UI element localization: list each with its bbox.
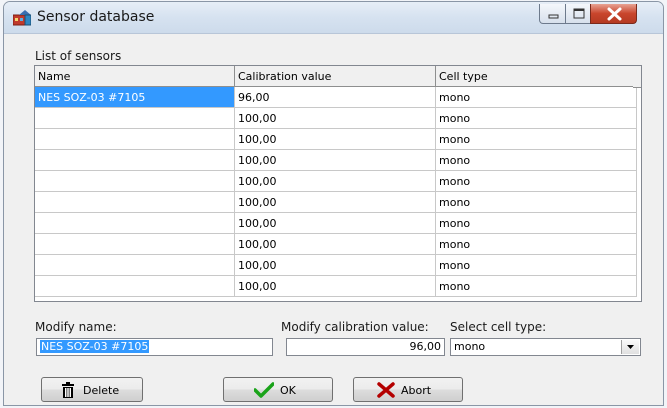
close-icon <box>607 7 622 21</box>
abort-button[interactable]: Abort <box>353 377 463 402</box>
cell-type-value: mono <box>454 340 486 353</box>
column-header-cell-type[interactable]: Cell type <box>435 66 637 87</box>
cell-calibration[interactable]: 100,00 <box>234 128 436 150</box>
title-bar[interactable]: Sensor database <box>4 2 663 34</box>
modify-calibration-value: 96,00 <box>409 340 442 353</box>
table-row[interactable]: 100,00 mono <box>35 170 637 192</box>
column-header-name[interactable]: Name <box>35 66 235 87</box>
maximize-button[interactable] <box>565 4 591 24</box>
cell-calibration[interactable]: 100,00 <box>234 107 436 129</box>
column-header-calibration[interactable]: Calibration value <box>234 66 436 87</box>
cell-type[interactable]: mono <box>435 170 637 192</box>
cell-type[interactable]: mono <box>435 233 637 255</box>
cell-calibration[interactable]: 96,00 <box>234 86 436 108</box>
cell-type[interactable]: mono <box>435 212 637 234</box>
dropdown-button[interactable] <box>621 340 639 354</box>
cell-calibration[interactable]: 100,00 <box>234 170 436 192</box>
table-row[interactable]: 100,00 mono <box>35 275 637 297</box>
chevron-down-icon <box>627 345 634 349</box>
minimize-icon <box>548 14 559 19</box>
cell-name[interactable] <box>35 170 235 192</box>
cell-name[interactable] <box>35 275 235 297</box>
checkmark-icon <box>254 382 274 398</box>
delete-label: Delete <box>83 384 120 397</box>
table-row[interactable]: 100,00 mono <box>35 233 637 255</box>
table-row[interactable]: 100,00 mono <box>35 149 637 171</box>
cell-calibration[interactable]: 100,00 <box>234 212 436 234</box>
abort-label: Abort <box>401 384 432 397</box>
table-row[interactable]: 100,00 mono <box>35 107 637 129</box>
cell-calibration[interactable]: 100,00 <box>234 254 436 276</box>
cell-calibration[interactable]: 100,00 <box>234 149 436 171</box>
modify-name-label: Modify name: <box>35 320 117 334</box>
cell-name[interactable] <box>35 107 235 129</box>
cell-type[interactable]: mono <box>435 191 637 213</box>
cell-name[interactable] <box>35 128 235 150</box>
sensor-database-window: Sensor database List of sensors Name Cal… <box>3 1 664 406</box>
cell-calibration[interactable]: 100,00 <box>234 191 436 213</box>
sensors-table[interactable]: Name Calibration value Cell type NES SOZ… <box>34 65 642 302</box>
table-row[interactable]: 100,00 mono <box>35 128 637 150</box>
window-title: Sensor database <box>37 9 155 25</box>
modify-name-value: NES SOZ-03 #7105 <box>40 340 150 353</box>
table-row[interactable]: NES SOZ-03 #7105 96,00 mono <box>35 86 637 108</box>
table-row[interactable]: 100,00 mono <box>35 191 637 213</box>
cell-calibration[interactable]: 100,00 <box>234 275 436 297</box>
cell-calibration[interactable]: 100,00 <box>234 233 436 255</box>
cell-name[interactable]: NES SOZ-03 #7105 <box>35 86 235 108</box>
abort-x-icon <box>377 382 395 398</box>
cell-type[interactable]: mono <box>435 86 637 108</box>
modify-calibration-input[interactable]: 96,00 <box>286 338 445 356</box>
cell-name[interactable] <box>35 233 235 255</box>
ok-label: OK <box>280 384 296 397</box>
table-header-row: Name Calibration value Cell type <box>35 66 637 87</box>
table-row[interactable]: 100,00 mono <box>35 212 637 234</box>
cell-type[interactable]: mono <box>435 128 637 150</box>
cell-type[interactable]: mono <box>435 275 637 297</box>
cell-name[interactable] <box>35 149 235 171</box>
database-app-icon <box>13 10 31 26</box>
delete-button[interactable]: Delete <box>41 377 143 402</box>
select-cell-type-label: Select cell type: <box>450 320 547 334</box>
cell-name[interactable] <box>35 254 235 276</box>
cell-type-select[interactable]: mono <box>450 338 641 356</box>
table-row[interactable]: 100,00 mono <box>35 254 637 276</box>
cell-type[interactable]: mono <box>435 149 637 171</box>
ok-button[interactable]: OK <box>223 377 333 402</box>
cell-name[interactable] <box>35 191 235 213</box>
close-button[interactable] <box>590 4 637 24</box>
modify-calibration-label: Modify calibration value: <box>281 320 429 334</box>
cell-type[interactable]: mono <box>435 107 637 129</box>
header-filler <box>633 66 641 88</box>
maximize-icon <box>573 8 585 19</box>
sensors-list-label: List of sensors <box>35 49 122 63</box>
modify-name-input[interactable]: NES SOZ-03 #7105 <box>36 338 273 356</box>
trash-icon <box>62 382 74 398</box>
cell-type[interactable]: mono <box>435 254 637 276</box>
minimize-button[interactable] <box>539 4 566 24</box>
cell-name[interactable] <box>35 212 235 234</box>
